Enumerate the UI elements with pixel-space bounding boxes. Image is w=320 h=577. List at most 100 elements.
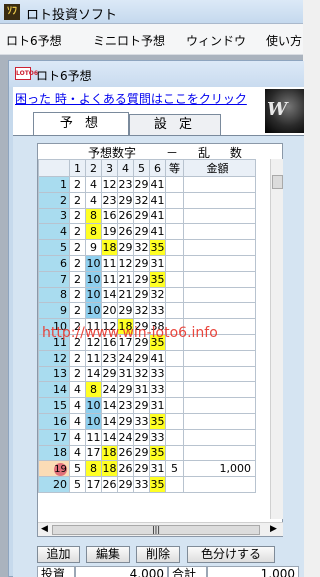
rank-cell[interactable]: [165, 349, 184, 367]
number-cell[interactable]: 23: [117, 397, 134, 414]
row-number[interactable]: 15: [38, 397, 70, 414]
number-cell[interactable]: 2: [69, 302, 86, 320]
table-row[interactable]: 4 2 8 19 26 29 41: [38, 223, 256, 241]
amount-cell[interactable]: [183, 302, 256, 320]
number-cell[interactable]: 41: [149, 191, 166, 209]
row-number[interactable]: 16: [38, 412, 70, 430]
number-cell[interactable]: 29: [133, 270, 150, 288]
number-cell[interactable]: 8: [85, 223, 102, 241]
number-cell[interactable]: 35: [149, 412, 166, 430]
rank-cell[interactable]: [165, 444, 184, 462]
number-cell[interactable]: 23: [117, 176, 134, 193]
rank-cell[interactable]: [165, 223, 184, 241]
horizontal-scrollbar[interactable]: ◀ ||| ▶: [38, 522, 283, 536]
number-cell[interactable]: 29: [117, 302, 134, 320]
number-cell[interactable]: 32: [133, 365, 150, 383]
number-cell[interactable]: 41: [149, 349, 166, 367]
number-cell[interactable]: 26: [117, 207, 134, 225]
menu-window[interactable]: ウィンドウ: [186, 32, 246, 49]
number-cell[interactable]: 24: [101, 381, 118, 399]
number-cell[interactable]: 8: [85, 207, 102, 225]
rank-cell[interactable]: [165, 428, 184, 446]
number-cell[interactable]: 2: [69, 239, 86, 256]
number-cell[interactable]: 5: [69, 476, 86, 493]
amount-cell[interactable]: [183, 349, 256, 367]
number-cell[interactable]: 4: [85, 191, 102, 209]
amount-cell[interactable]: [183, 365, 256, 383]
column-header[interactable]: 2: [85, 159, 102, 177]
number-cell[interactable]: 29: [133, 444, 150, 462]
menu-loto6[interactable]: ロト6予想: [6, 32, 62, 49]
number-cell[interactable]: 11: [101, 270, 118, 288]
number-cell[interactable]: 24: [117, 428, 134, 446]
number-cell[interactable]: 26: [117, 223, 134, 241]
number-cell[interactable]: 29: [133, 349, 150, 367]
number-cell[interactable]: 16: [101, 207, 118, 225]
amount-cell[interactable]: [183, 444, 256, 462]
row-number[interactable]: 2: [38, 191, 70, 209]
vertical-scroll-thumb[interactable]: [272, 175, 283, 189]
number-cell[interactable]: 35: [149, 239, 166, 256]
table-row[interactable]: 12 2 11 23 24 29 41: [38, 349, 256, 367]
amount-cell[interactable]: [183, 223, 256, 241]
number-cell[interactable]: 17: [85, 444, 102, 462]
number-cell[interactable]: 18: [101, 444, 118, 462]
rank-cell[interactable]: [165, 381, 184, 399]
number-cell[interactable]: 31: [149, 460, 166, 478]
number-cell[interactable]: 29: [133, 460, 150, 478]
number-cell[interactable]: 35: [149, 444, 166, 462]
number-cell[interactable]: 23: [101, 349, 118, 367]
column-header[interactable]: 金額: [183, 159, 256, 177]
table-row[interactable]: 18 4 17 18 26 29 35: [38, 444, 256, 462]
number-cell[interactable]: 32: [149, 286, 166, 304]
row-number[interactable]: 4: [38, 223, 70, 241]
number-cell[interactable]: 10: [85, 412, 102, 430]
row-number[interactable]: 20: [38, 476, 70, 493]
number-cell[interactable]: 29: [133, 397, 150, 414]
vertical-scrollbar[interactable]: [270, 159, 283, 519]
help-link[interactable]: 困った 時・よくある質問はここをクリック: [15, 90, 247, 107]
rank-cell[interactable]: [165, 176, 184, 193]
number-cell[interactable]: 4: [69, 381, 86, 399]
amount-cell[interactable]: [183, 239, 256, 256]
number-cell[interactable]: 8: [85, 460, 102, 478]
table-row[interactable]: 15 4 10 14 23 29 31: [38, 397, 256, 414]
number-cell[interactable]: 4: [69, 428, 86, 446]
amount-cell[interactable]: [183, 397, 256, 414]
rank-cell[interactable]: [165, 286, 184, 304]
table-row[interactable]: 7 2 10 11 21 29 35: [38, 270, 256, 288]
number-cell[interactable]: 41: [149, 207, 166, 225]
amount-cell[interactable]: [183, 286, 256, 304]
number-cell[interactable]: 29: [133, 207, 150, 225]
number-cell[interactable]: 33: [149, 365, 166, 383]
row-number[interactable]: 18: [38, 444, 70, 462]
number-cell[interactable]: 10: [85, 302, 102, 320]
row-number[interactable]: 5: [38, 239, 70, 256]
number-cell[interactable]: 33: [133, 412, 150, 430]
row-number[interactable]: 17: [38, 428, 70, 446]
number-cell[interactable]: 32: [133, 191, 150, 209]
number-cell[interactable]: 12: [117, 254, 134, 272]
number-cell[interactable]: 31: [149, 397, 166, 414]
number-cell[interactable]: 23: [101, 191, 118, 209]
scroll-left-arrow-icon[interactable]: ◀: [41, 524, 48, 534]
number-cell[interactable]: 12: [101, 176, 118, 193]
table-row[interactable]: 5 2 9 18 29 32 35: [38, 239, 256, 256]
menu-miniloto[interactable]: ミニロト予想: [93, 32, 165, 49]
banner-image[interactable]: W: [265, 89, 304, 133]
amount-cell[interactable]: 1,000: [183, 460, 256, 478]
amount-cell[interactable]: [183, 381, 256, 399]
table-row[interactable]: 6 2 10 11 12 29 31: [38, 254, 256, 272]
number-cell[interactable]: 2: [69, 223, 86, 241]
number-cell[interactable]: 10: [85, 254, 102, 272]
number-cell[interactable]: 14: [101, 286, 118, 304]
column-header[interactable]: 6: [149, 159, 166, 177]
number-cell[interactable]: 19: [101, 223, 118, 241]
horizontal-scroll-thumb[interactable]: |||: [52, 525, 260, 535]
number-cell[interactable]: 29: [117, 412, 134, 430]
table-row[interactable]: 1 2 4 12 23 29 41: [38, 176, 256, 193]
amount-cell[interactable]: [183, 476, 256, 493]
row-number[interactable]: 19: [38, 460, 70, 478]
number-cell[interactable]: 33: [149, 428, 166, 446]
table-row[interactable]: 20 5 17 26 29 33 35: [38, 476, 256, 493]
